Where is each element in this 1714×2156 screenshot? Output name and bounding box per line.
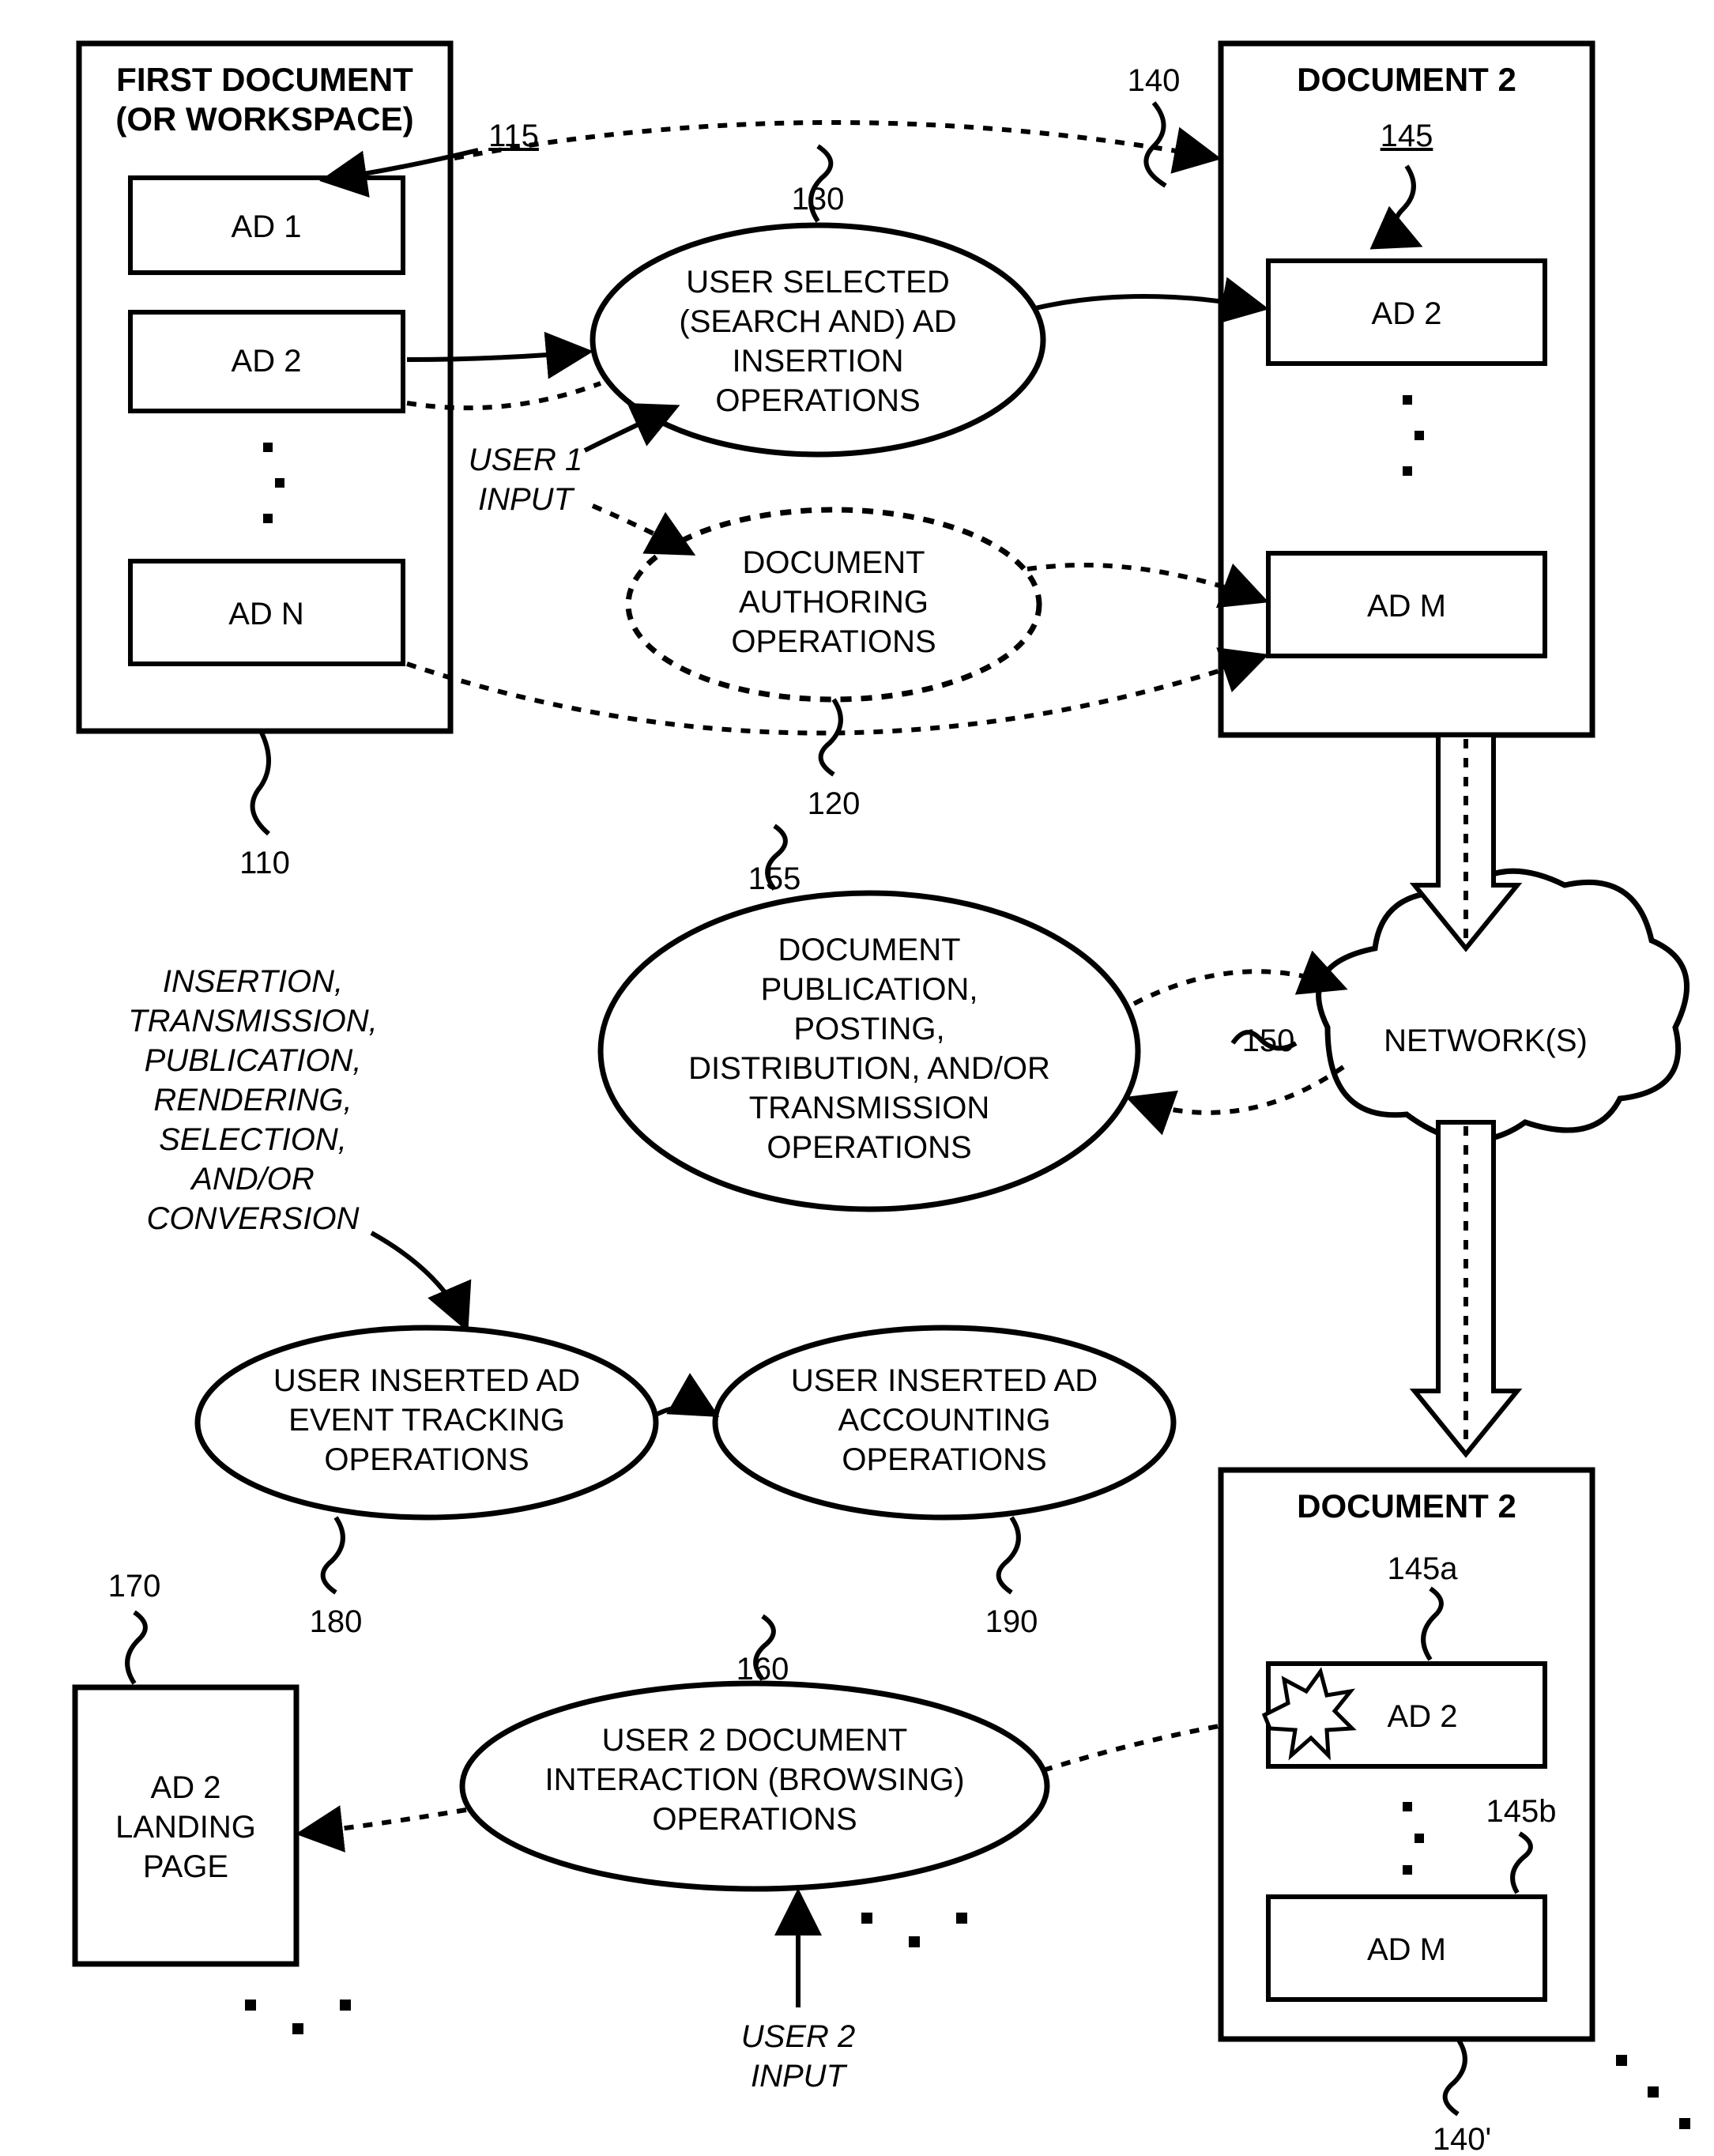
event-list: INSERTION, TRANSMISSION, PUBLICATION, RE… [128,964,378,1236]
ref-155: 155 [748,861,801,896]
network-label: NETWORK(S) [1384,1023,1588,1058]
ref-140p: 140' [1433,2122,1491,2156]
svg-text:TRANSMISSION: TRANSMISSION [749,1091,989,1125]
ref-170: 170 [108,1569,161,1604]
svg-text:PAGE: PAGE [143,1849,228,1884]
svg-text:AD 2: AD 2 [151,1770,221,1805]
svg-text:DOCUMENT: DOCUMENT [778,933,960,967]
svg-text:INSERTION,: INSERTION, [163,964,343,999]
accounting-oval: USER INSERTED AD ACCOUNTING OPERATIONS [715,1328,1173,1517]
svg-text:INSERTION: INSERTION [732,344,903,379]
svg-text:ACCOUNTING: ACCOUNTING [838,1403,1051,1438]
ad1-label: AD 1 [232,209,302,244]
svg-text:DOCUMENT: DOCUMENT [742,545,925,580]
ref-120: 120 [808,786,861,821]
user2-l2: INPUT [751,2059,848,2094]
svg-text:DISTRIBUTION, AND/OR: DISTRIBUTION, AND/OR [688,1051,1050,1086]
network-cloud: NETWORK(S) [1319,871,1687,1140]
ref-140: 140 [1128,63,1181,98]
ad2-left-label: AD 2 [232,344,302,379]
svg-text:RENDERING,: RENDERING, [153,1083,352,1118]
ad2-right-label: AD 2 [1372,296,1442,331]
svg-text:PUBLICATION,: PUBLICATION, [145,1043,362,1078]
svg-text:INTERACTION (BROWSING): INTERACTION (BROWSING) [544,1762,964,1797]
first-document-box: FIRST DOCUMENT (OR WORKSPACE) AD 1 AD 2 … [79,43,450,731]
ref-145: 145 [1381,119,1433,153]
svg-text:LANDING: LANDING [115,1810,256,1845]
svg-text:TRANSMISSION,: TRANSMISSION, [128,1004,378,1038]
svg-text:AND/OR: AND/OR [190,1162,315,1197]
svg-text:OPERATIONS: OPERATIONS [715,383,920,418]
svg-text:OPERATIONS: OPERATIONS [324,1442,529,1477]
svg-text:PUBLICATION,: PUBLICATION, [761,972,978,1007]
svg-text:OPERATIONS: OPERATIONS [767,1130,971,1165]
svg-text:USER INSERTED AD: USER INSERTED AD [791,1363,1098,1398]
landing-page-box: AD 2 LANDING PAGE [75,1687,296,1964]
ad2p-label: AD 2 [1388,1699,1458,1734]
svg-text:SELECTION,: SELECTION, [159,1122,347,1157]
user2-browsing-oval: USER 2 DOCUMENT INTERACTION (BROWSING) O… [462,1683,1047,1889]
ref-145b: 145b [1486,1794,1557,1829]
svg-text:USER INSERTED AD: USER INSERTED AD [273,1363,580,1398]
event-tracking-oval: USER INSERTED AD EVENT TRACKING OPERATIO… [198,1328,656,1517]
user1-l2: INPUT [478,482,575,517]
svg-text:USER SELECTED: USER SELECTED [686,265,949,300]
svg-text:AUTHORING: AUTHORING [739,585,929,620]
ref-150: 150 [1242,1023,1295,1058]
first-document-title1: FIRST DOCUMENT [116,61,413,98]
ref-110: 110 [239,846,290,880]
ref-190: 190 [985,1604,1038,1639]
publication-oval: DOCUMENT PUBLICATION, POSTING, DISTRIBUT… [601,893,1138,1209]
svg-text:CONVERSION: CONVERSION [147,1201,360,1236]
doc2p-title: DOCUMENT 2 [1297,1487,1516,1525]
first-document-title2: (OR WORKSPACE) [115,100,413,138]
svg-text:OPERATIONS: OPERATIONS [652,1802,857,1837]
svg-text:OPERATIONS: OPERATIONS [731,624,936,659]
user1-l1: USER 1 [469,443,583,477]
svg-text:OPERATIONS: OPERATIONS [842,1442,1046,1477]
svg-text:(SEARCH AND) AD: (SEARCH AND) AD [679,304,956,339]
ref-130: 130 [792,182,845,217]
user-selected-oval: USER SELECTED (SEARCH AND) AD INSERTION … [593,225,1043,454]
document-authoring-oval: DOCUMENT AUTHORING OPERATIONS [628,510,1039,699]
svg-text:EVENT TRACKING: EVENT TRACKING [288,1403,565,1438]
user2-l1: USER 2 [741,2019,856,2054]
doc2-title: DOCUMENT 2 [1297,61,1516,98]
adn-label: AD N [228,597,304,631]
ref-180: 180 [310,1604,363,1639]
document2-top-box: DOCUMENT 2 145 AD 2 AD M [1221,43,1592,735]
svg-text:POSTING,: POSTING, [793,1012,944,1046]
adm-right-label: AD M [1367,589,1446,624]
ref-160: 160 [736,1652,789,1687]
svg-text:USER 2 DOCUMENT: USER 2 DOCUMENT [602,1723,908,1758]
admp-label: AD M [1367,1932,1446,1967]
ref-145a: 145a [1388,1551,1459,1586]
